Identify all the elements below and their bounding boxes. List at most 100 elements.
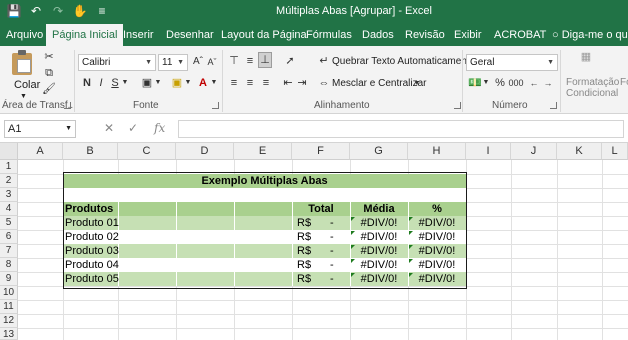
percent-cell[interactable]: #DIV/0! <box>408 230 466 244</box>
underline-button[interactable]: S <box>110 76 120 90</box>
align-middle-icon[interactable]: ≡ <box>244 54 256 68</box>
total-cell[interactable]: - <box>330 272 340 286</box>
currency-cell[interactable]: R$ <box>297 272 317 286</box>
tab-revisao[interactable]: Revisão <box>403 24 447 46</box>
tab-inserir[interactable]: Inserir <box>121 24 156 46</box>
column-header-l[interactable]: L <box>602 143 628 160</box>
row-header-5[interactable]: 5 <box>0 216 18 230</box>
currency-cell[interactable]: R$ <box>297 258 317 272</box>
tab-layout[interactable]: Layout da Página <box>219 24 309 46</box>
average-cell[interactable]: #DIV/0! <box>350 244 408 258</box>
enter-icon[interactable]: ✓ <box>128 121 138 135</box>
accounting-format-icon[interactable]: 💵 <box>468 76 482 90</box>
column-header-e[interactable]: E <box>234 143 292 160</box>
total-cell[interactable]: - <box>330 244 340 258</box>
row-header-11[interactable]: 11 <box>0 300 18 314</box>
insert-function-icon[interactable]: fx <box>154 121 165 135</box>
chevron-down-icon[interactable]: ▼ <box>184 76 192 90</box>
currency-cell[interactable]: R$ <box>297 230 317 244</box>
alignment-launcher-icon[interactable] <box>454 102 461 109</box>
decrease-indent-icon[interactable]: ⇤ <box>282 76 294 90</box>
row-header-12[interactable]: 12 <box>0 314 18 328</box>
column-header-c[interactable]: C <box>118 143 176 160</box>
header-media[interactable]: Média <box>350 202 408 216</box>
chevron-down-icon[interactable]: ▼ <box>121 76 129 90</box>
product-cell[interactable]: Produto 05 <box>65 272 175 286</box>
column-header-a[interactable]: A <box>18 143 63 160</box>
product-cell[interactable]: Produto 04 <box>65 258 175 272</box>
column-header-i[interactable]: I <box>466 143 511 160</box>
product-cell[interactable]: Produto 03 <box>65 244 175 258</box>
average-cell[interactable]: #DIV/0! <box>350 216 408 230</box>
cut-icon[interactable]: ✂ <box>42 50 56 64</box>
format-as-table-label[interactable]: Fo <box>620 76 628 90</box>
row-header-2[interactable]: 2 <box>0 174 18 188</box>
currency-cell[interactable]: R$ <box>297 244 317 258</box>
average-cell[interactable]: #DIV/0! <box>350 272 408 286</box>
clipboard-launcher-icon[interactable] <box>64 102 71 109</box>
increase-decimal-icon[interactable]: ← <box>528 76 540 90</box>
select-all-corner[interactable] <box>0 143 18 160</box>
font-launcher-icon[interactable] <box>212 102 219 109</box>
font-size-dropdown[interactable]: 11 ▼ <box>158 54 188 71</box>
align-right-icon[interactable]: ≡ <box>260 76 272 90</box>
formula-input[interactable] <box>178 120 624 138</box>
percent-cell[interactable]: #DIV/0! <box>408 258 466 272</box>
format-painter-icon[interactable]: 🖌 <box>42 82 56 96</box>
tab-desenhar[interactable]: Desenhar <box>164 24 216 46</box>
align-left-icon[interactable]: ≡ <box>228 76 240 90</box>
worksheet-grid[interactable]: A B C D E F G H I J K L 1 2 3 4 5 6 7 8 … <box>0 143 628 340</box>
column-header-b[interactable]: B <box>63 143 118 160</box>
decrease-font-icon[interactable]: Aˇ <box>206 55 218 69</box>
copy-icon[interactable]: ⧉ <box>42 66 56 80</box>
chevron-down-icon[interactable]: ▼ <box>154 76 162 90</box>
row-header-9[interactable]: 9 <box>0 272 18 286</box>
average-cell[interactable]: #DIV/0! <box>350 230 408 244</box>
increase-indent-icon[interactable]: ⇥ <box>296 76 308 90</box>
column-header-g[interactable]: G <box>350 143 408 160</box>
header-total[interactable]: Total <box>292 202 350 216</box>
tab-pagina-inicial[interactable]: Página Inicial <box>46 24 124 46</box>
orientation-icon[interactable]: ➚ <box>282 54 298 68</box>
tab-acrobat[interactable]: ACROBAT <box>492 24 548 46</box>
tab-dados[interactable]: Dados <box>360 24 396 46</box>
column-header-h[interactable]: H <box>408 143 466 160</box>
column-header-j[interactable]: J <box>511 143 557 160</box>
product-cell[interactable]: Produto 01 <box>65 216 175 230</box>
name-box[interactable]: A1 ▼ <box>4 120 76 138</box>
tab-exibir[interactable]: Exibir <box>452 24 484 46</box>
table-title[interactable]: Exemplo Múltiplas Abas <box>63 174 466 188</box>
row-header-6[interactable]: 6 <box>0 230 18 244</box>
percent-cell[interactable]: #DIV/0! <box>408 216 466 230</box>
column-header-k[interactable]: K <box>557 143 602 160</box>
number-format-dropdown[interactable]: Geral ▼ <box>466 54 558 71</box>
row-header-4[interactable]: 4 <box>0 202 18 216</box>
row-header-8[interactable]: 8 <box>0 258 18 272</box>
number-launcher-icon[interactable] <box>550 102 557 109</box>
thousands-button[interactable]: 000 <box>508 76 524 90</box>
total-cell[interactable]: - <box>330 258 340 272</box>
row-header-3[interactable]: 3 <box>0 188 18 202</box>
percent-button[interactable]: % <box>494 76 506 90</box>
row-header-1[interactable]: 1 <box>0 160 18 174</box>
currency-cell[interactable]: R$ <box>297 216 317 230</box>
font-color-icon[interactable]: A <box>196 76 210 90</box>
tab-arquivo[interactable]: Arquivo <box>4 24 45 46</box>
fill-color-icon[interactable]: ▣ <box>170 76 184 90</box>
column-header-f[interactable]: F <box>292 143 350 160</box>
header-percent[interactable]: % <box>408 202 466 216</box>
row-header-13[interactable]: 13 <box>0 328 18 340</box>
cancel-icon[interactable]: ✕ <box>104 121 114 135</box>
percent-cell[interactable]: #DIV/0! <box>408 244 466 258</box>
decrease-decimal-icon[interactable]: → <box>542 76 554 90</box>
bold-button[interactable]: N <box>82 76 92 90</box>
column-header-d[interactable]: D <box>176 143 234 160</box>
align-center-icon[interactable]: ≡ <box>244 76 256 90</box>
total-cell[interactable]: - <box>330 230 340 244</box>
row-header-10[interactable]: 10 <box>0 286 18 300</box>
increase-font-icon[interactable]: Aˆ <box>192 55 204 69</box>
align-top-icon[interactable]: ⊤ <box>228 54 240 68</box>
chevron-down-icon[interactable]: ▼ <box>210 76 218 90</box>
tell-me-search[interactable]: ○ Diga-me o que v <box>550 24 628 46</box>
align-bottom-icon[interactable]: ⊥ <box>258 52 272 68</box>
